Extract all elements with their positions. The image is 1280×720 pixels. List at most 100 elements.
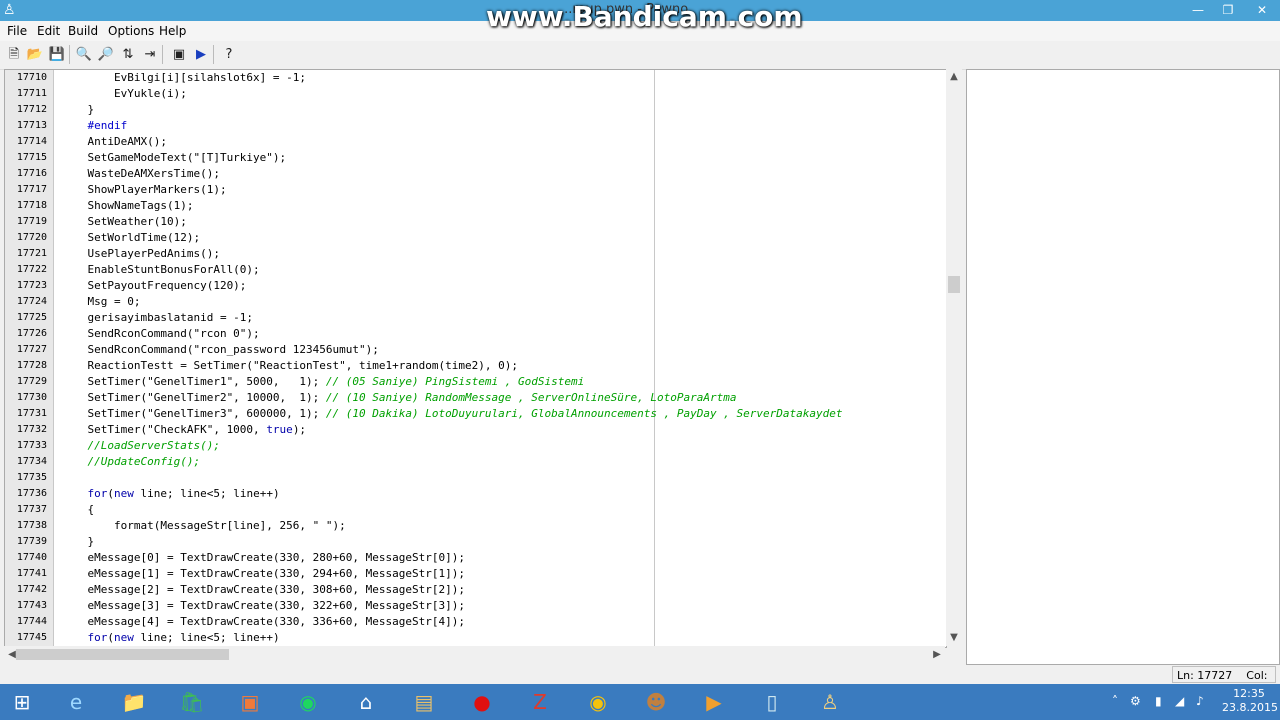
record-icon[interactable]: ●: [462, 687, 502, 717]
spotify-icon[interactable]: ◉: [288, 687, 328, 717]
code-editor[interactable]: 17710 EvBilgi[i][silahslot6x] = -1; 17711…: [4, 69, 947, 648]
code-line[interactable]: 17729 SetTimer("GenelTimer1", 5000, 1); …: [5, 374, 945, 390]
menu-edit[interactable]: Edit: [37, 24, 60, 38]
restore-icon[interactable]: ❐: [1212, 0, 1244, 21]
code-comment: // (05 Saniye) PingSistemi , GodSistemi: [325, 375, 585, 388]
clock-date: 23.8.2015: [1222, 701, 1278, 714]
compile-icon[interactable]: ▣: [169, 45, 189, 65]
code-line[interactable]: 17714 AntiDeAMX();: [5, 134, 945, 150]
code-text: format(MessageStr[line], 256, " ");: [61, 518, 346, 534]
code-line[interactable]: 17736 for(new line; line<5; line++): [5, 486, 945, 502]
code-statement: ReactionTestt = SetTimer("ReactionTest",…: [61, 359, 518, 372]
line-number: 17725: [16, 312, 47, 323]
clock[interactable]: 12:35 23.8.2015: [1222, 687, 1278, 715]
code-line[interactable]: 17722 EnableStuntBonusForAll(0);: [5, 262, 945, 278]
vertical-scroll-thumb[interactable]: [948, 276, 960, 293]
status-bar: Ln: 17727 Col: 46: [0, 665, 1280, 699]
line-number: 17726: [16, 328, 47, 339]
code-line[interactable]: 17737 {: [5, 502, 945, 518]
code-line[interactable]: 17730 SetTimer("GenelTimer2", 10000, 1);…: [5, 390, 945, 406]
close-icon[interactable]: ✕: [1244, 0, 1280, 21]
code-statement: format(MessageStr[line], 256, " ");: [61, 519, 346, 532]
windows-taskbar: ⊞ e 📁 🛍 ▣ ◉ ⌂ ▤ ● Z ◉ ☻ ▶ ▯ ♙ ˄ ⚙ ▮ ◢ ♪ …: [0, 684, 1280, 720]
line-number: 17741: [16, 568, 47, 579]
code-line[interactable]: 17711 EvYukle(i);: [5, 86, 945, 102]
code-line[interactable]: 17742 eMessage[2] = TextDrawCreate(330, …: [5, 582, 945, 598]
minimize-icon[interactable]: —: [1182, 0, 1214, 21]
code-line[interactable]: 17718 ShowNameTags(1);: [5, 198, 945, 214]
menu-build[interactable]: Build: [68, 24, 98, 38]
find-icon[interactable]: 🔍: [74, 45, 94, 65]
internet-explorer-icon[interactable]: e: [56, 687, 96, 717]
network-icon[interactable]: ◢: [1175, 694, 1184, 708]
code-statement: SetTimer("GenelTimer1", 5000, 1);: [61, 375, 326, 388]
code-line[interactable]: 17720 SetWorldTime(12);: [5, 230, 945, 246]
code-line[interactable]: 17724 Msg = 0;: [5, 294, 945, 310]
code-statement: SetGameModeText("[T]Turkiye");: [61, 151, 287, 164]
code-line[interactable]: 17717 ShowPlayerMarkers(1);: [5, 182, 945, 198]
home-icon[interactable]: ⌂: [346, 687, 386, 717]
tray-app-icon[interactable]: ⚙: [1130, 694, 1141, 708]
code-line[interactable]: 17744 eMessage[4] = TextDrawCreate(330, …: [5, 614, 945, 630]
menu-help[interactable]: Help: [159, 24, 186, 38]
tray-chevron-icon[interactable]: ˄: [1112, 694, 1118, 708]
code-line[interactable]: 17739 }: [5, 534, 945, 550]
code-line[interactable]: 17716 WasteDeAMXersTime();: [5, 166, 945, 182]
code-line[interactable]: 17715 SetGameModeText("[T]Turkiye");: [5, 150, 945, 166]
code-line[interactable]: 17710 EvBilgi[i][silahslot6x] = -1;: [5, 70, 945, 86]
code-line[interactable]: 17719 SetWeather(10);: [5, 214, 945, 230]
help-icon[interactable]: ?: [219, 45, 239, 65]
menu-options[interactable]: Options: [108, 24, 154, 38]
archive-app-icon[interactable]: ▤: [404, 687, 444, 717]
open-folder-icon[interactable]: 📂: [25, 45, 45, 65]
code-line[interactable]: 17712 }: [5, 102, 945, 118]
vertical-scrollbar[interactable]: ▲ ▼: [946, 69, 962, 646]
code-line[interactable]: 17734 //UpdateConfig();: [5, 454, 945, 470]
pawno-taskbar-icon[interactable]: ♙: [810, 687, 850, 717]
media-player-icon[interactable]: ▶: [694, 687, 734, 717]
new-file-icon[interactable]: 🗎: [4, 45, 24, 65]
code-line[interactable]: 17727 SendRconCommand("rcon_password 123…: [5, 342, 945, 358]
battery-icon[interactable]: ▮: [1155, 694, 1162, 708]
code-line[interactable]: 17735: [5, 470, 945, 486]
code-line[interactable]: 17723 SetPayoutFrequency(120);: [5, 278, 945, 294]
code-line[interactable]: 17726 SendRconCommand("rcon 0");: [5, 326, 945, 342]
file-explorer-icon[interactable]: 📁: [114, 687, 154, 717]
code-line[interactable]: 17721 UsePlayerPedAnims();: [5, 246, 945, 262]
replace-icon[interactable]: ⇅: [118, 45, 138, 65]
run-icon[interactable]: ▶: [191, 45, 211, 65]
store-icon[interactable]: 🛍: [172, 687, 212, 717]
goto-line-icon[interactable]: ⇥: [140, 45, 160, 65]
code-line[interactable]: 17728 ReactionTestt = SetTimer("Reaction…: [5, 358, 945, 374]
code-line[interactable]: 17738 format(MessageStr[line], 256, " ")…: [5, 518, 945, 534]
pawno-app-icon[interactable]: ♙: [3, 2, 19, 18]
scroll-down-icon[interactable]: ▼: [946, 630, 962, 646]
code-line[interactable]: 17741 eMessage[1] = TextDrawCreate(330, …: [5, 566, 945, 582]
photo-app-icon[interactable]: ▣: [230, 687, 270, 717]
horizontal-scroll-thumb[interactable]: [16, 649, 229, 660]
code-line[interactable]: 17733 //LoadServerStats();: [5, 438, 945, 454]
line-number: 17723: [16, 280, 47, 291]
code-line[interactable]: 17725 gerisayimbaslatanid = -1;: [5, 310, 945, 326]
function-list-panel[interactable]: [966, 69, 1280, 665]
chrome-icon[interactable]: ◉: [578, 687, 618, 717]
find-next-icon[interactable]: 🔎: [96, 45, 116, 65]
save-icon[interactable]: 💾: [47, 45, 67, 65]
code-line[interactable]: 17740 eMessage[0] = TextDrawCreate(330, …: [5, 550, 945, 566]
start-windows-icon[interactable]: ⊞: [2, 687, 42, 717]
menu-file[interactable]: File: [7, 24, 27, 38]
game-app-icon[interactable]: ☻: [636, 687, 676, 717]
line-number: 17732: [16, 424, 47, 435]
code-line[interactable]: 17743 eMessage[3] = TextDrawCreate(330, …: [5, 598, 945, 614]
notepad-app-icon[interactable]: ▯: [752, 687, 792, 717]
horizontal-scrollbar[interactable]: ◀ ▶: [4, 646, 945, 663]
filezilla-icon[interactable]: Z: [520, 687, 560, 717]
code-line[interactable]: 17713 #endif: [5, 118, 945, 134]
code-text: ShowPlayerMarkers(1);: [61, 182, 226, 198]
volume-icon[interactable]: ♪: [1196, 694, 1204, 708]
code-line[interactable]: 17731 SetTimer("GenelTimer3", 600000, 1)…: [5, 406, 945, 422]
code-line[interactable]: 17745 for(new line; line<5; line++): [5, 630, 945, 646]
scroll-up-icon[interactable]: ▲: [946, 69, 962, 85]
scroll-right-icon[interactable]: ▶: [929, 646, 945, 663]
code-line[interactable]: 17732 SetTimer("CheckAFK", 1000, true);: [5, 422, 945, 438]
